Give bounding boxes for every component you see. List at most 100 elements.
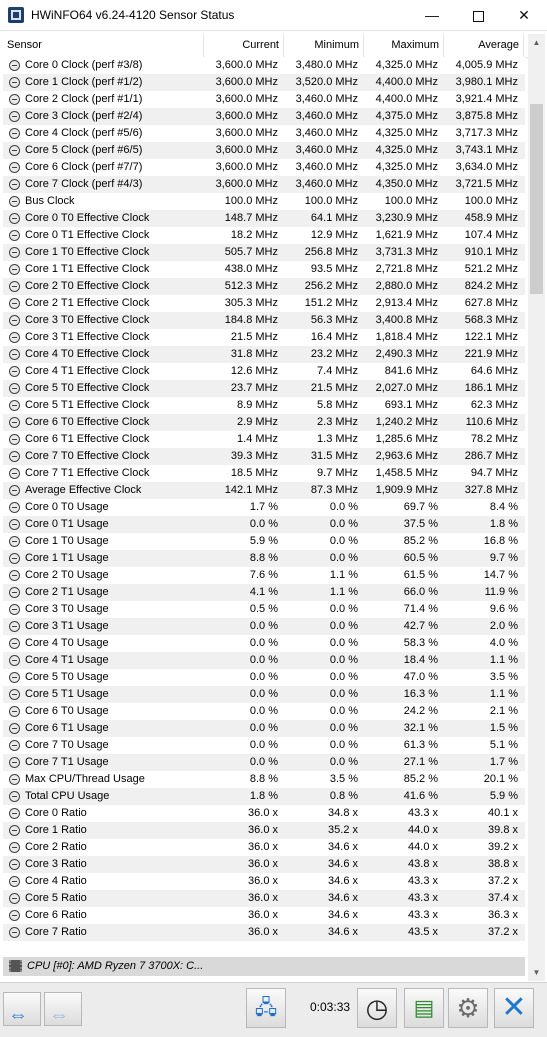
sensor-row[interactable]: Core 1 T0 Effective Clock 505.7 MHz 256.8 … <box>3 244 525 261</box>
sensor-current: 23.7 MHz <box>230 382 278 394</box>
close-sensors-button[interactable]: ✕ <box>494 988 534 1028</box>
sensor-row[interactable]: Core 1 Ratio 36.0 x 35.2 x 44.0 x 39.8 x <box>3 822 525 839</box>
sensor-row[interactable]: Core 1 T0 Usage 5.9 % 0.0 % 85.2 % 16.8 % <box>3 533 525 550</box>
sensor-average: 3,980.1 MHz <box>455 76 518 88</box>
sensor-row[interactable]: Core 7 T0 Usage 0.0 % 0.0 % 61.3 % 5.1 % <box>3 737 525 754</box>
column-current[interactable]: Current <box>204 34 284 57</box>
sensor-minimum: 0.0 % <box>329 552 358 564</box>
sensor-minimum: 34.6 x <box>328 841 358 853</box>
sensor-row[interactable]: Core 6 T1 Usage 0.0 % 0.0 % 32.1 % 1.5 % <box>3 720 525 737</box>
sensor-row[interactable]: Core 5 Ratio 36.0 x 34.6 x 43.3 x 37.4 x <box>3 890 525 907</box>
sensor-minimum: 3,460.0 MHz <box>295 127 358 139</box>
sensor-average: 107.4 MHz <box>464 229 518 241</box>
sensor-row[interactable]: Core 2 Clock (perf #1/1) 3,600.0 MHz 3,460… <box>3 91 525 108</box>
sensor-minimum: 35.2 x <box>328 824 358 836</box>
sensor-row[interactable]: Max CPU/Thread Usage 8.8 % 3.5 % 85.2 % 20.1… <box>3 771 525 788</box>
sensor-row[interactable]: Core 7 Ratio 36.0 x 34.6 x 43.5 x 37.2 x <box>3 924 525 941</box>
close-window-button[interactable]: ✕ <box>501 0 547 30</box>
sensor-name: Core 2 T1 Usage <box>25 586 109 598</box>
sensor-average: 327.8 MHz <box>464 484 518 496</box>
sensor-row[interactable]: Core 1 Clock (perf #1/2) 3,600.0 MHz 3,520… <box>3 74 525 91</box>
sensor-row[interactable]: Core 3 Ratio 36.0 x 34.6 x 43.8 x 38.8 x <box>3 856 525 873</box>
sensor-row[interactable]: Core 2 T1 Usage 4.1 % 1.1 % 66.0 % 11.9 % <box>3 584 525 601</box>
sensor-row[interactable]: Core 6 T0 Effective Clock 2.9 MHz 2.3 MHz 1… <box>3 414 525 431</box>
sensor-row[interactable]: Core 7 T0 Effective Clock 39.3 MHz 31.5 MH… <box>3 448 525 465</box>
sensor-row[interactable]: Core 5 T1 Usage 0.0 % 0.0 % 16.3 % 1.1 % <box>3 686 525 703</box>
sensor-row[interactable]: Core 6 T1 Effective Clock 1.4 MHz 1.3 MHz 1… <box>3 431 525 448</box>
column-average[interactable]: Average <box>444 34 524 57</box>
sensor-maximum: 24.2 % <box>403 705 438 717</box>
sensor-group-row[interactable]: CPU [#0]: AMD Ryzen 7 3700X: C... <box>3 957 525 976</box>
sensor-row[interactable]: Total CPU Usage 1.8 % 0.8 % 41.6 % 5.9 % <box>3 788 525 805</box>
scroll-up-arrow-icon[interactable]: ▲ <box>528 34 545 51</box>
maximize-button[interactable] <box>455 0 501 30</box>
sensor-row[interactable]: Core 1 T1 Usage 8.8 % 0.0 % 60.5 % 9.7 % <box>3 550 525 567</box>
sensor-minimum: 0.0 % <box>329 501 358 513</box>
column-maximum[interactable]: Maximum <box>364 34 444 57</box>
title-bar: HWiNFO64 v6.24-4120 Sensor Status — ✕ <box>0 0 547 31</box>
arrows-left-right-disabled-button[interactable]: ⇔ <box>44 992 82 1026</box>
sensor-maximum: 42.7 % <box>403 620 438 632</box>
sensor-row[interactable]: Core 5 Clock (perf #6/5) 3,600.0 MHz 3,460… <box>3 142 525 159</box>
sensor-maximum: 100.0 MHz <box>384 195 438 207</box>
sensor-row[interactable]: Core 6 T0 Usage 0.0 % 0.0 % 24.2 % 2.1 % <box>3 703 525 720</box>
column-sensor[interactable]: Sensor <box>3 34 204 57</box>
sensor-row[interactable]: Core 5 T1 Effective Clock 8.9 MHz 5.8 MHz 6… <box>3 397 525 414</box>
sensor-row[interactable]: Core 0 T1 Effective Clock 18.2 MHz 12.9 MH… <box>3 227 525 244</box>
sensor-minimum: 0.0 % <box>329 756 358 768</box>
sensor-average: 39.2 x <box>488 841 518 853</box>
sensor-row[interactable]: Core 2 T0 Effective Clock 512.3 MHz 256.2 … <box>3 278 525 295</box>
sensor-current: 8.9 MHz <box>237 399 278 411</box>
scroll-thumb[interactable] <box>530 104 543 294</box>
sensor-row[interactable]: Core 0 T0 Usage 1.7 % 0.0 % 69.7 % 8.4 % <box>3 499 525 516</box>
sensor-row[interactable]: Core 3 T1 Usage 0.0 % 0.0 % 42.7 % 2.0 % <box>3 618 525 635</box>
sensor-name: Core 4 Clock (perf #5/6) <box>25 127 143 139</box>
sensor-row[interactable]: Core 3 Clock (perf #2/4) 3,600.0 MHz 3,460… <box>3 108 525 125</box>
sensor-row[interactable]: Core 0 Clock (perf #3/8) 3,600.0 MHz 3,480… <box>3 57 525 74</box>
sensor-clock-icon <box>9 621 20 632</box>
minimize-button[interactable]: — <box>409 0 455 30</box>
sensor-row[interactable]: Core 4 T1 Effective Clock 12.6 MHz 7.4 MHz… <box>3 363 525 380</box>
sensor-row[interactable]: Core 7 T1 Effective Clock 18.5 MHz 9.7 MHz… <box>3 465 525 482</box>
sensor-maximum: 43.8 x <box>408 858 438 870</box>
sensor-row[interactable]: Core 2 T1 Effective Clock 305.3 MHz 151.2 … <box>3 295 525 312</box>
vertical-scrollbar[interactable]: ▲ ▼ <box>528 34 545 981</box>
sensor-row[interactable]: Core 4 T0 Effective Clock 31.8 MHz 23.2 MH… <box>3 346 525 363</box>
sensor-row[interactable]: Core 5 T0 Usage 0.0 % 0.0 % 47.0 % 3.5 % <box>3 669 525 686</box>
sensor-clock-icon <box>9 723 20 734</box>
sensor-row[interactable]: Core 2 T0 Usage 7.6 % 1.1 % 61.5 % 14.7 % <box>3 567 525 584</box>
sensor-row[interactable]: Core 3 T1 Effective Clock 21.5 MHz 16.4 MH… <box>3 329 525 346</box>
network-button[interactable]: 🖧 <box>246 988 286 1028</box>
sensor-row[interactable]: Core 4 Ratio 36.0 x 34.6 x 43.3 x 37.2 x <box>3 873 525 890</box>
sensor-row[interactable]: Core 0 T1 Usage 0.0 % 0.0 % 37.5 % 1.8 % <box>3 516 525 533</box>
sensor-row[interactable]: Core 5 T0 Effective Clock 23.7 MHz 21.5 MH… <box>3 380 525 397</box>
report-add-button[interactable]: ▤ <box>404 988 444 1028</box>
sensor-row[interactable]: Average Effective Clock 142.1 MHz 87.3 MHz… <box>3 482 525 499</box>
sensor-name: Core 7 T0 Usage <box>25 739 109 751</box>
reset-clock-button[interactable]: ◷ <box>357 988 397 1028</box>
sensor-row[interactable]: Core 3 T0 Usage 0.5 % 0.0 % 71.4 % 9.6 % <box>3 601 525 618</box>
sensor-current: 0.0 % <box>249 739 278 751</box>
sensor-name: Core 4 T0 Usage <box>25 637 109 649</box>
sensor-row[interactable]: Core 6 Ratio 36.0 x 34.6 x 43.3 x 36.3 x <box>3 907 525 924</box>
sensor-row[interactable]: Core 2 Ratio 36.0 x 34.6 x 44.0 x 39.2 x <box>3 839 525 856</box>
sensor-row[interactable]: Core 4 T0 Usage 0.0 % 0.0 % 58.3 % 4.0 % <box>3 635 525 652</box>
sensor-row[interactable]: Core 7 T1 Usage 0.0 % 0.0 % 27.1 % 1.7 % <box>3 754 525 771</box>
sensor-row[interactable]: Core 1 T1 Effective Clock 438.0 MHz 93.5 M… <box>3 261 525 278</box>
sensor-average: 8.4 % <box>489 501 518 513</box>
sensor-current: 512.3 MHz <box>224 280 278 292</box>
sensor-row[interactable]: Core 4 T1 Usage 0.0 % 0.0 % 18.4 % 1.1 % <box>3 652 525 669</box>
sensor-row[interactable]: Bus Clock 100.0 MHz 100.0 MHz 100.0 MHz 100.… <box>3 193 525 210</box>
sensor-row[interactable]: Core 7 Clock (perf #4/3) 3,600.0 MHz 3,460… <box>3 176 525 193</box>
sensor-row[interactable]: Core 0 T0 Effective Clock 148.7 MHz 64.1 M… <box>3 210 525 227</box>
sensor-row[interactable]: Core 3 T0 Effective Clock 184.8 MHz 56.3 M… <box>3 312 525 329</box>
sensor-row[interactable]: Core 0 Ratio 36.0 x 34.8 x 43.3 x 40.1 x <box>3 805 525 822</box>
column-minimum[interactable]: Minimum <box>284 34 364 57</box>
sensor-row[interactable]: Core 4 Clock (perf #5/6) 3,600.0 MHz 3,460… <box>3 125 525 142</box>
sensor-row[interactable]: Core 6 Clock (perf #7/7) 3,600.0 MHz 3,460… <box>3 159 525 176</box>
scroll-down-arrow-icon[interactable]: ▼ <box>528 964 545 981</box>
settings-button[interactable]: ⚙ <box>448 988 488 1028</box>
sensor-name: Core 7 Clock (perf #4/3) <box>25 178 143 190</box>
sensor-name: Core 3 T1 Usage <box>25 620 109 632</box>
arrows-left-right-button[interactable]: ⇔ <box>3 992 41 1026</box>
